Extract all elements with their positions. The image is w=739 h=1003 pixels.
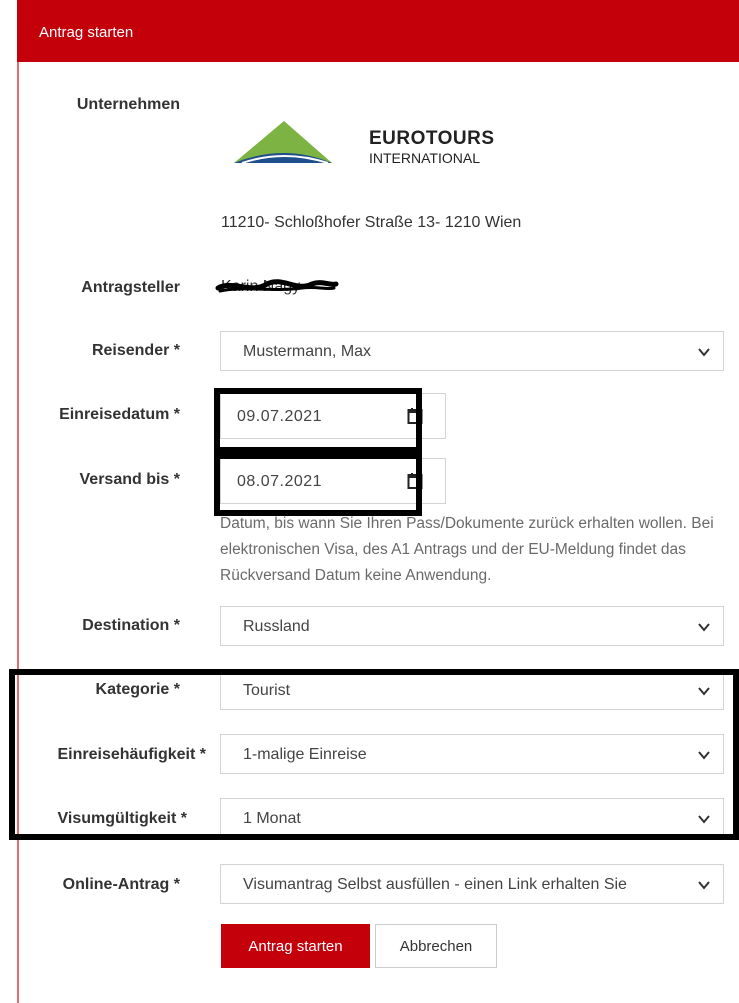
- annotation-box-entry-date: [214, 388, 422, 453]
- start-application-button[interactable]: Antrag starten: [221, 924, 370, 968]
- annotation-box-ship-until: [214, 453, 422, 516]
- traveler-select[interactable]: Mustermann, Max: [220, 331, 724, 371]
- company-logo: EUROTOURS INTERNATIONAL: [232, 117, 494, 173]
- annotation-box-visa-details: [9, 669, 739, 840]
- applicant-label: Antragsteller: [81, 279, 180, 296]
- entry-date-label: Einreisedatum *: [59, 406, 180, 423]
- mountain-logo-icon: [234, 121, 332, 164]
- ship-until-help-text: Datum, bis wann Sie Ihren Pass/Dokumente…: [220, 515, 714, 584]
- online-application-label: Online-Antrag *: [62, 876, 180, 893]
- logo-text-eurotours: EUROTOURS: [369, 128, 495, 149]
- redaction-scribble: [215, 279, 339, 293]
- traveler-label: Reisender *: [91, 342, 180, 359]
- destination-value: Russland: [243, 618, 310, 635]
- traveler-value: Mustermann, Max: [243, 343, 372, 360]
- online-application-select[interactable]: Visumantrag Selbst ausfüllen - einen Lin…: [220, 864, 724, 904]
- company-label: Unternehmen: [76, 96, 180, 113]
- logo-text-international: INTERNATIONAL: [369, 150, 480, 166]
- cancel-button[interactable]: Abbrechen: [375, 924, 497, 968]
- online-application-value: Visumantrag Selbst ausfüllen - einen Lin…: [243, 876, 627, 893]
- modal-header: Antrag starten: [17, 0, 739, 62]
- left-border: [17, 62, 19, 1003]
- modal-title: Antrag starten: [39, 24, 134, 41]
- destination-select[interactable]: Russland: [220, 606, 724, 646]
- ship-until-label: Versand bis *: [79, 471, 181, 488]
- destination-label: Destination *: [82, 617, 180, 634]
- company-address: 11210- Schloßhofer Straße 13- 1210 Wien: [221, 214, 522, 231]
- chevron-down-icon: [698, 348, 710, 357]
- chevron-down-icon: [698, 881, 710, 890]
- chevron-down-icon: [698, 623, 710, 632]
